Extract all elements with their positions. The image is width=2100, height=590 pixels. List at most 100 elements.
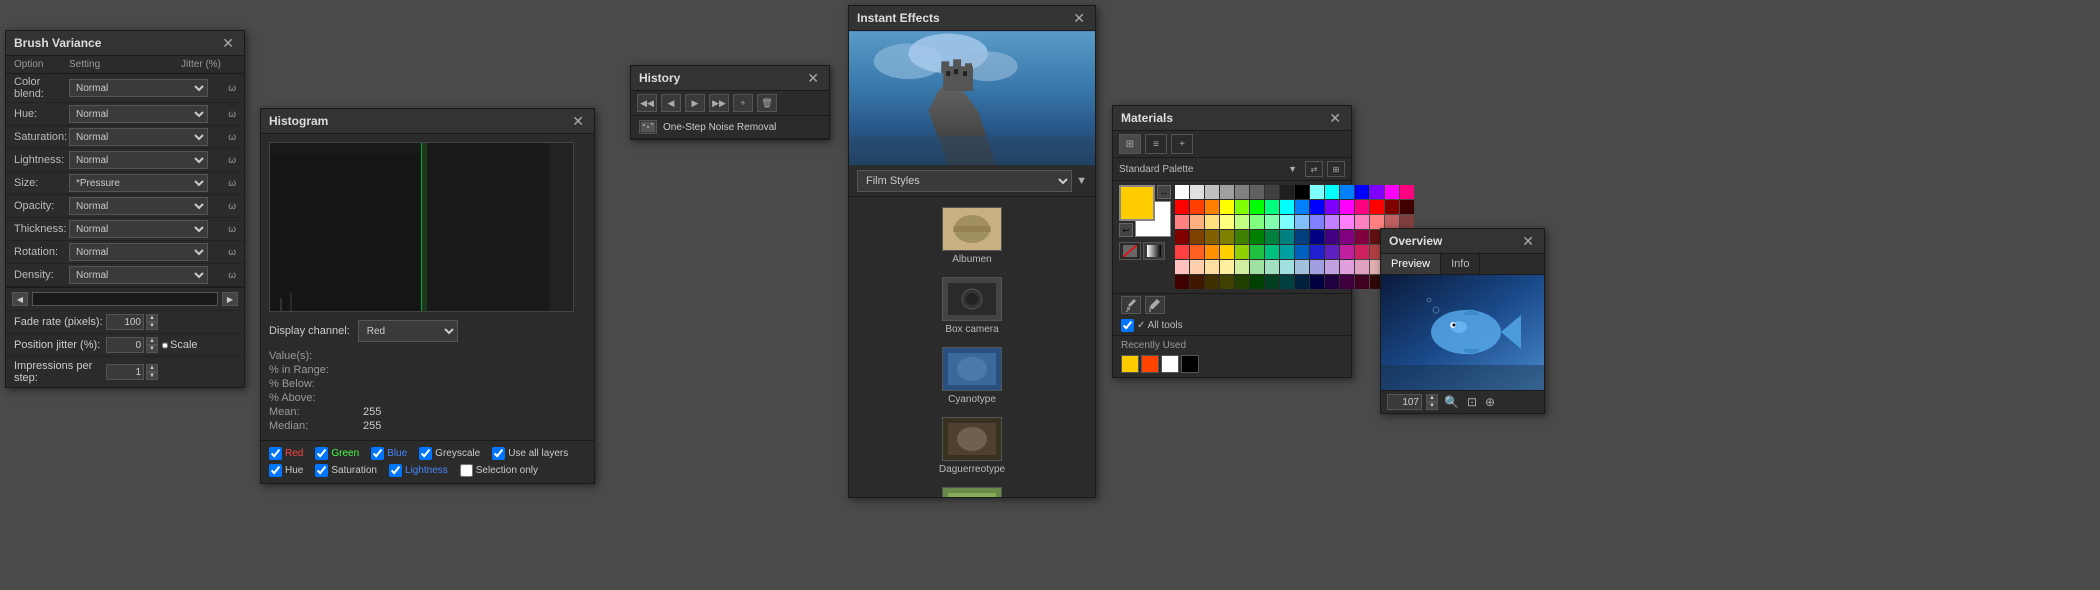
mat-list-btn[interactable]: ≡ xyxy=(1145,134,1167,154)
color-cell-0-0[interactable] xyxy=(1175,185,1189,199)
recent-color-0[interactable] xyxy=(1121,355,1139,373)
color-cell-3-3[interactable] xyxy=(1220,230,1234,244)
color-cell-3-12[interactable] xyxy=(1355,230,1369,244)
color-cell-1-14[interactable] xyxy=(1385,200,1399,214)
check-green[interactable]: Green xyxy=(315,447,359,460)
color-cell-5-2[interactable] xyxy=(1205,260,1219,274)
color-cell-3-6[interactable] xyxy=(1265,230,1279,244)
fade-rate-input[interactable]: 100 xyxy=(106,314,144,330)
color-cell-1-15[interactable] xyxy=(1400,200,1414,214)
tab-info[interactable]: Info xyxy=(1441,254,1480,274)
color-cell-3-11[interactable] xyxy=(1340,230,1354,244)
color-cell-1-12[interactable] xyxy=(1355,200,1369,214)
color-cell-2-8[interactable] xyxy=(1295,215,1309,229)
color-cell-4-9[interactable] xyxy=(1310,245,1324,259)
color-cell-5-11[interactable] xyxy=(1340,260,1354,274)
color-cell-5-12[interactable] xyxy=(1355,260,1369,274)
color-cell-4-4[interactable] xyxy=(1235,245,1249,259)
color-cell-5-6[interactable] xyxy=(1265,260,1279,274)
check-greyscale[interactable]: Greyscale xyxy=(419,447,480,460)
color-cell-1-6[interactable] xyxy=(1265,200,1279,214)
color-cell-2-1[interactable] xyxy=(1190,215,1204,229)
color-cell-2-14[interactable] xyxy=(1385,215,1399,229)
color-cell-1-7[interactable] xyxy=(1280,200,1294,214)
color-cell-2-13[interactable] xyxy=(1370,215,1384,229)
position-jitter-input[interactable]: 0 xyxy=(106,337,144,353)
color-cell-5-4[interactable] xyxy=(1235,260,1249,274)
check-hue[interactable]: Hue xyxy=(269,464,303,477)
check-selection-only[interactable]: Selection only xyxy=(460,464,538,477)
color-cell-4-7[interactable] xyxy=(1280,245,1294,259)
history-step-forward-btn[interactable]: ▶ xyxy=(685,94,705,112)
color-cell-3-10[interactable] xyxy=(1325,230,1339,244)
eyedropper-btn[interactable] xyxy=(1121,296,1141,314)
color-cell-0-11[interactable] xyxy=(1340,185,1354,199)
color-cell-2-11[interactable] xyxy=(1340,215,1354,229)
ie-style-dropdown[interactable]: Film Styles Vintage Modern Artistic xyxy=(857,170,1072,192)
fade-rate-down[interactable]: ▼ xyxy=(146,322,158,330)
color-cell-0-9[interactable] xyxy=(1310,185,1324,199)
color-cell-6-0[interactable] xyxy=(1175,275,1189,289)
check-red[interactable]: Red xyxy=(269,447,303,460)
color-cell-6-12[interactable] xyxy=(1355,275,1369,289)
zoom-fit-btn[interactable]: ⊡ xyxy=(1465,395,1479,409)
mat-gradient-btn[interactable] xyxy=(1143,242,1165,260)
bv-select-1[interactable]: Normal Normal *Pressure *Velocity Random… xyxy=(69,105,208,123)
color-cell-6-4[interactable] xyxy=(1235,275,1249,289)
ie-effect-cyanotype[interactable]: Cyanotype xyxy=(855,343,1089,409)
color-cell-3-9[interactable] xyxy=(1310,230,1324,244)
history-undo-btn[interactable]: ◀◀ xyxy=(637,94,657,112)
color-cell-6-7[interactable] xyxy=(1280,275,1294,289)
history-close[interactable]: ✕ xyxy=(805,71,821,85)
impressions-input[interactable]: 1 xyxy=(106,364,144,380)
palette-dropdown-arrow[interactable]: ▼ xyxy=(1288,164,1297,174)
color-cell-0-8[interactable] xyxy=(1295,185,1309,199)
color-cell-3-0[interactable] xyxy=(1175,230,1189,244)
check-lightness[interactable]: Lightness xyxy=(389,464,448,477)
tab-preview[interactable]: Preview xyxy=(1381,254,1441,274)
color-cell-2-4[interactable] xyxy=(1235,215,1249,229)
color-cell-6-8[interactable] xyxy=(1295,275,1309,289)
recent-color-3[interactable] xyxy=(1181,355,1199,373)
zoom-input[interactable] xyxy=(1387,394,1422,410)
color-cell-6-10[interactable] xyxy=(1325,275,1339,289)
mat-grid-btn[interactable]: ⊞ xyxy=(1119,134,1141,154)
overview-close[interactable]: ✕ xyxy=(1520,234,1536,248)
scroll-right[interactable]: ▶ xyxy=(222,292,238,306)
color-cell-4-5[interactable] xyxy=(1250,245,1264,259)
color-cell-0-7[interactable] xyxy=(1280,185,1294,199)
color-cell-4-12[interactable] xyxy=(1355,245,1369,259)
color-cell-5-5[interactable] xyxy=(1250,260,1264,274)
zoom-out-btn[interactable]: 🔍 xyxy=(1442,395,1461,409)
mat-transparent-btn[interactable] xyxy=(1119,242,1141,260)
color-cell-0-13[interactable] xyxy=(1370,185,1384,199)
recent-color-2[interactable] xyxy=(1161,355,1179,373)
color-cell-3-8[interactable] xyxy=(1295,230,1309,244)
color-cell-6-11[interactable] xyxy=(1340,275,1354,289)
materials-close[interactable]: ✕ xyxy=(1327,111,1343,125)
color-cell-5-1[interactable] xyxy=(1190,260,1204,274)
history-item-noise[interactable]: One-Step Noise Removal xyxy=(631,116,829,139)
color-cell-2-9[interactable] xyxy=(1310,215,1324,229)
color-cell-1-9[interactable] xyxy=(1310,200,1324,214)
check-saturation[interactable]: Saturation xyxy=(315,464,377,477)
color-cell-5-9[interactable] xyxy=(1310,260,1324,274)
mat-extra-btn2[interactable]: ⊞ xyxy=(1327,161,1345,177)
color-cell-6-3[interactable] xyxy=(1220,275,1234,289)
color-cell-0-6[interactable] xyxy=(1265,185,1279,199)
color-cell-2-0[interactable] xyxy=(1175,215,1189,229)
history-new-state-btn[interactable]: + xyxy=(733,94,753,112)
color-cell-0-1[interactable] xyxy=(1190,185,1204,199)
color-cell-0-3[interactable] xyxy=(1220,185,1234,199)
color-cell-6-6[interactable] xyxy=(1265,275,1279,289)
color-cell-5-0[interactable] xyxy=(1175,260,1189,274)
check-blue[interactable]: Blue xyxy=(371,447,407,460)
color-cell-4-6[interactable] xyxy=(1265,245,1279,259)
color-cell-2-3[interactable] xyxy=(1220,215,1234,229)
brush-variance-close[interactable]: ✕ xyxy=(220,36,236,50)
color-cell-6-1[interactable] xyxy=(1190,275,1204,289)
color-cell-2-6[interactable] xyxy=(1265,215,1279,229)
bv-select-6[interactable]: Normal Normal *Pressure *Velocity Random… xyxy=(69,220,208,238)
color-cell-5-8[interactable] xyxy=(1295,260,1309,274)
color-cell-3-2[interactable] xyxy=(1205,230,1219,244)
